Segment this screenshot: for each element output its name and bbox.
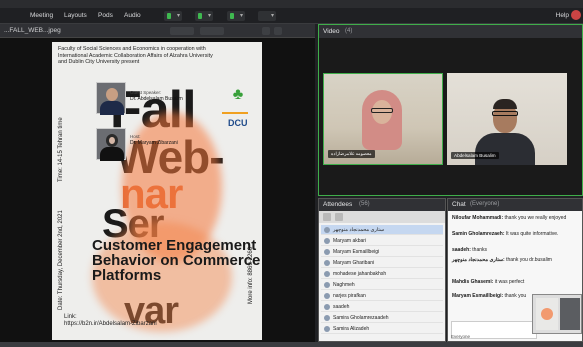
guest-speaker-name: Dr. Abdelsalam Busalim [130,96,183,102]
attendee-row[interactable]: Naghmeh [321,280,443,290]
share-zoom-control[interactable] [170,27,194,35]
chat-text: thank you dr.busalim [506,257,552,263]
attendee-row[interactable]: Samira Gholamrezaadeh [321,313,443,323]
guest-speaker-photo [96,82,126,115]
chat-message: Mahdis Ghasemi: it was perfect [452,279,580,285]
window-control-icon[interactable] [571,10,581,20]
attendees-pod-title: Attendees [323,201,353,208]
menu-audio[interactable]: Audio [124,12,141,19]
chat-text: it was perfect [494,279,525,285]
guest-speaker-role: Guest Speaker: [130,90,162,95]
chat-text: thanks [472,247,488,253]
share-pod: ...FALL_WEB...jpeg Faculty of Social Sci… [0,24,315,342]
share-pod-title: ...FALL_WEB...jpeg [4,27,61,34]
microphone-icon[interactable]: ▾ [195,11,213,21]
menu-meeting[interactable]: Meeting [30,12,53,19]
host-name: Dr. Maryam Zibarzani [130,140,178,146]
attendee-row[interactable]: Maryam Esmaillbeigi [321,247,443,257]
chat-text: thank you we really enjoyed [504,215,567,221]
chat-tab-everyone[interactable]: (Everyone) [470,201,499,207]
dcu-logo: DCU [228,118,248,128]
dcu-logo-accent [222,112,248,114]
attendees-pod: Attendees (56) ستاری محمدنجاد منوچهر Mar… [318,198,446,342]
attendees-toolbar [319,211,445,223]
chat-message: ستاری محمدنجاد منوچهر: thank you dr.busa… [452,257,580,263]
menu-bar: Meeting Layouts Pods Audio ▾ ▾ ▾ ▾ Help [0,8,583,24]
poster-time: Time: 14-15 Tehran time [58,117,64,182]
poster-headline: Customer Engagement Behavior on Commerce… [92,237,261,284]
list-view-icon[interactable] [323,213,331,221]
video-pod-count: (4) [345,28,353,34]
video-tile-1[interactable]: معصومه غلامرضازاده [323,73,443,165]
menu-help[interactable]: Help [556,12,569,19]
attendee-row[interactable]: narjes pirafkan [321,291,443,301]
chat-text: thank you [504,293,527,299]
poster-link-block: Link: https://b2n.ir/Abdelsalam-Zibarzan… [64,314,157,328]
poster-link-label: Link: [64,314,77,320]
poster-intro-text: Faculty of Social Sciences and Economics… [58,46,213,65]
chat-message: Niloufar Mohammadi: thank you we really … [452,215,580,221]
raise-hand-icon[interactable]: ▾ [258,11,276,21]
chat-pod-title: Chat [452,201,466,208]
taskbar [0,342,583,347]
video-pod-title: Video [323,28,340,35]
menu-layouts[interactable]: Layouts [64,12,87,19]
attendees-count: (56) [359,201,370,207]
attendee-row[interactable]: ستاری محمدنجاد منوچهر [321,225,443,235]
share-fit-control[interactable] [200,27,224,35]
attendee-row[interactable]: Maryam akbari [321,236,443,246]
chat-author: Samin Gholamrezaeh: [452,231,505,237]
video-pod: Video (4) معصومه غلامرضازاده Abdelsalam … [318,24,583,196]
webinar-poster: Faculty of Social Sciences and Economics… [52,42,262,340]
attendee-row[interactable]: Samira Alizadeh [321,324,443,334]
self-view-thumbnail[interactable] [532,294,582,334]
video-tile-label: Abdelsalam Busalim [451,152,499,159]
poster-date: Date: Thursday, December 2nd, 2021 [58,210,64,310]
alzahra-logo-icon: ♣ [232,86,244,103]
menu-pods[interactable]: Pods [98,12,113,19]
attendees-pod-header: Attendees (56) [319,199,445,211]
chat-author: Mahdis Ghasemi: [452,279,494,285]
fullscreen-icon[interactable] [262,27,270,35]
share-pod-header: ...FALL_WEB...jpeg [0,24,315,38]
share-content: Faculty of Social Sciences and Economics… [0,38,315,342]
pod-options-icon[interactable] [274,27,282,35]
poster-link-url[interactable]: https://b2n.ir/Abdelsalam-Zibarzani [64,321,157,328]
status-icon[interactable] [335,213,343,221]
chat-pod-header: Chat (Everyone) [448,199,582,211]
attendee-row[interactable]: Maryam Gharibani [321,258,443,268]
window-title-bar [0,0,583,8]
webcam-icon[interactable]: ▾ [227,11,245,21]
host-photo [96,128,126,161]
attendee-row[interactable]: saadeh [321,302,443,312]
screen: Meeting Layouts Pods Audio ▾ ▾ ▾ ▾ Help … [0,0,583,347]
video-tile-label: معصومه غلامرضازاده [328,150,375,158]
chat-author: Maryam Esmaillbeigi: [452,293,504,299]
chat-author: saadeh: [452,247,471,253]
chat-author: ستاری محمدنجاد منوچهر: [452,257,505,263]
chat-message: saadeh: thanks [452,247,580,253]
speaker-icon[interactable]: ▾ [164,11,182,21]
attendee-row[interactable]: mohadese jahanbakhsh [321,269,443,279]
video-tile-2[interactable]: Abdelsalam Busalim [447,73,567,165]
host-role: Host: [130,134,141,139]
chat-message: Samin Gholamrezaeh: It was quite informa… [452,231,580,237]
chat-recipient-label[interactable]: Everyone [451,334,470,339]
chat-author: Niloufar Mohammadi: [452,215,504,221]
chat-text: It was quite informative. [505,231,559,237]
video-pod-header: Video (4) [319,25,582,38]
